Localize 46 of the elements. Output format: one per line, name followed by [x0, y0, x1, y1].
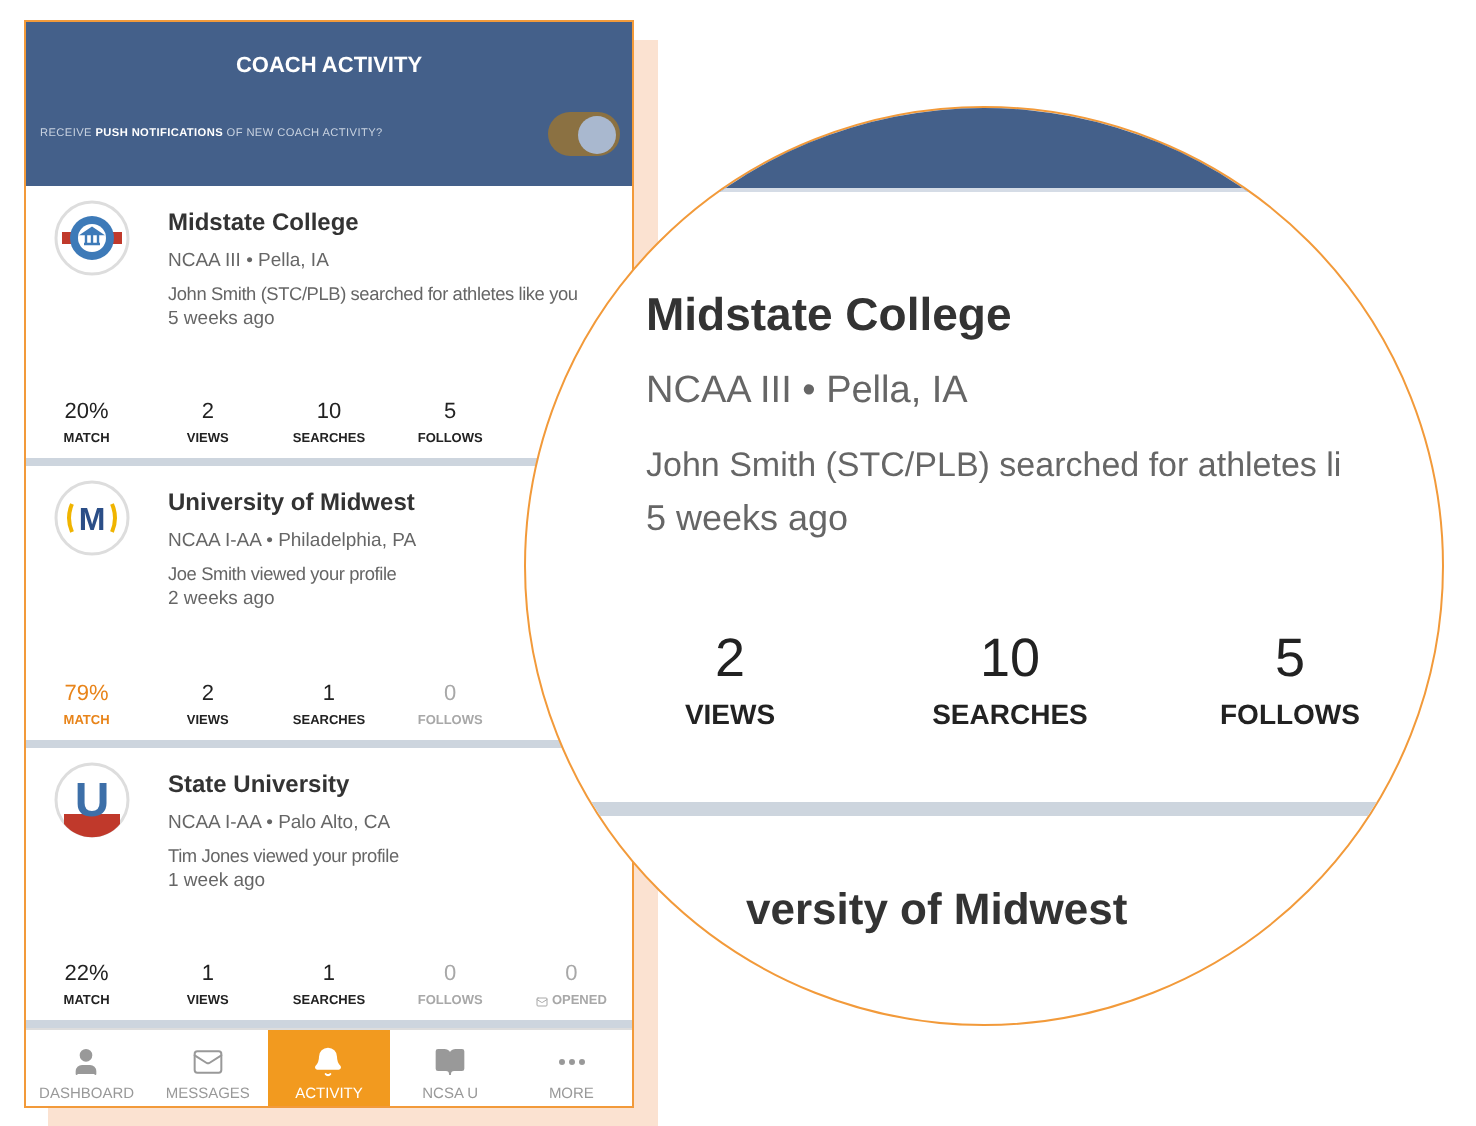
- stat-value: 1: [322, 681, 336, 706]
- activity-text: John Smith (STC/PLB) searched for athletes like you: [168, 284, 578, 304]
- activity-text: Joe Smith viewed your profile: [168, 564, 397, 585]
- stat-value: 2: [714, 628, 746, 690]
- stat-value: 1: [322, 962, 336, 987]
- stat-label: FOLLOWS: [1220, 698, 1360, 730]
- school-meta: NCAA III • Pella, IA: [168, 250, 329, 272]
- stat-value: 2: [201, 681, 214, 706]
- dots-icon: [557, 1058, 586, 1066]
- stat-value: 22%: [64, 962, 109, 987]
- activity-time: 5 weeks ago: [646, 498, 849, 540]
- school-name: Midstate College: [168, 208, 359, 236]
- screen-title: COACH ACTIVITY: [233, 54, 425, 78]
- school-meta: NCAA I-AA • Philadelphia, PA: [168, 530, 417, 553]
- letter-seal-icon: M: [54, 480, 130, 557]
- stat-value: 0: [444, 681, 457, 706]
- stat-value: 0: [444, 962, 457, 987]
- bell-icon: [312, 1046, 345, 1078]
- stat-value: 20%: [64, 400, 109, 425]
- stat-value: 5: [444, 400, 457, 425]
- school-meta: NCAA III • Pella, IA: [646, 370, 968, 414]
- activity-time: 2 weeks ago: [168, 588, 275, 611]
- stat-value: 5: [1274, 628, 1306, 690]
- push-toggle[interactable]: [548, 112, 620, 156]
- school-name: State University: [168, 769, 350, 798]
- stat-value: 0: [565, 962, 578, 987]
- school-name: University of Midwest: [168, 488, 415, 517]
- activity-time: 5 weeks ago: [168, 308, 275, 330]
- activity-text: Tim Jones viewed your profile: [168, 845, 399, 866]
- school-name: versity of Midwest: [746, 884, 1128, 936]
- stat-value: 79%: [64, 681, 109, 706]
- shield-seal-icon: U: [54, 761, 130, 838]
- book-icon: [434, 1046, 467, 1078]
- stat-value: 1: [201, 962, 214, 987]
- stat-label: VIEWS: [684, 698, 776, 730]
- stat-value: 2: [201, 400, 214, 425]
- mail-icon: [191, 1046, 224, 1078]
- school-meta: NCAA I-AA • Palo Alto, CA: [168, 811, 391, 834]
- mail-icon: [535, 995, 548, 1008]
- stat-value: 10: [979, 628, 1041, 690]
- stat-value: 10: [316, 400, 342, 425]
- stat-label: SEARCHES: [932, 698, 1088, 730]
- activity-text: John Smith (STC/PLB) searched for athletes li: [646, 446, 1342, 486]
- building-seal-icon: [54, 200, 130, 276]
- activity-time: 1 week ago: [168, 869, 266, 892]
- school-name: Midstate College: [646, 288, 1012, 342]
